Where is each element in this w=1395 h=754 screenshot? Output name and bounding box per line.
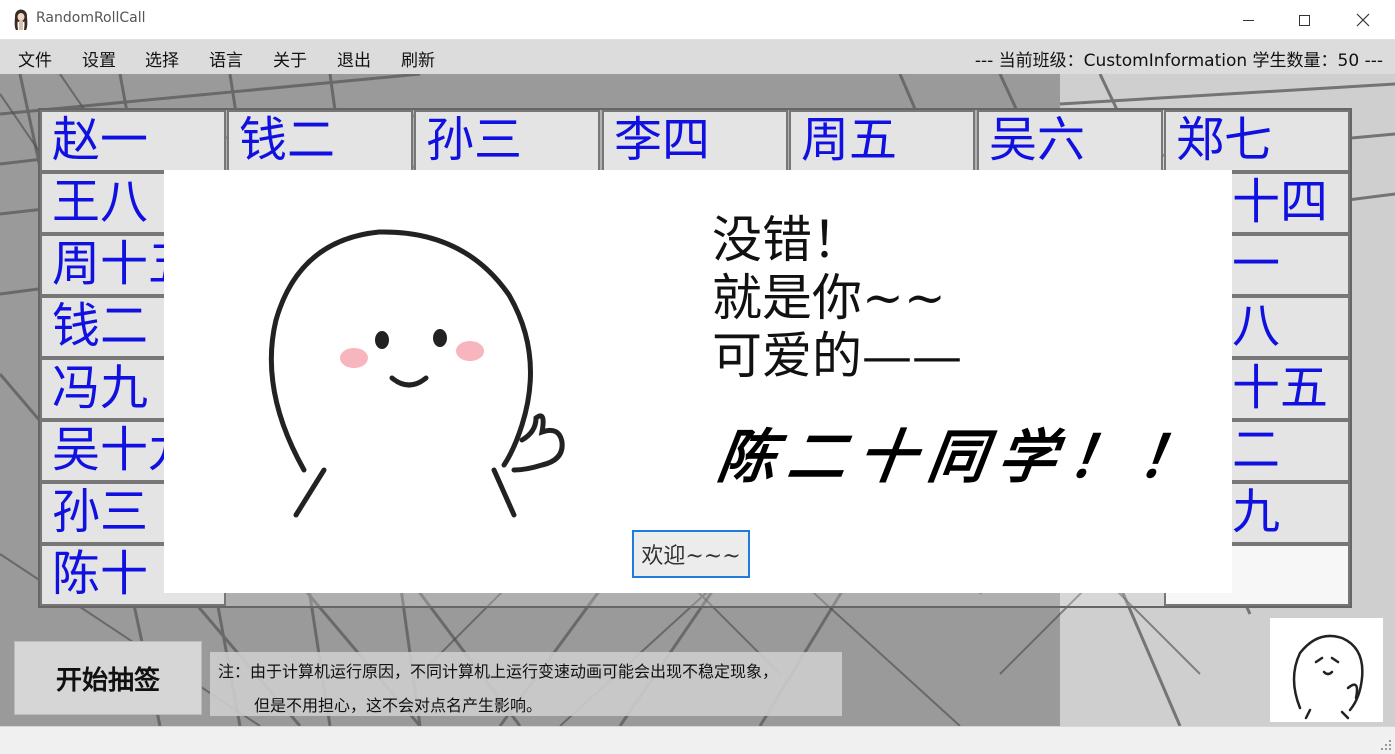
welcome-button[interactable]: 欢迎~~~ bbox=[632, 530, 750, 578]
title-bar: RandomRollCall bbox=[0, 0, 1395, 40]
minimize-button[interactable] bbox=[1225, 0, 1271, 40]
resize-grip-icon[interactable] bbox=[1380, 739, 1392, 751]
name-cell[interactable]: 孙三 bbox=[414, 110, 600, 172]
note-panel: 注：由于计算机运行原因，不同计算机上运行变速动画可能会出现不稳定现象， 但是不用… bbox=[210, 652, 842, 716]
note-line-2: 但是不用担心，这不会对点名产生影响。 bbox=[254, 696, 543, 715]
result-popup: 没错！ 就是你~~ 可爱的—— 陈二十同学！！ 欢迎~~~ bbox=[164, 170, 1232, 593]
menu-settings[interactable]: 设置 bbox=[82, 46, 116, 71]
start-draw-button[interactable]: 开始抽签 bbox=[14, 641, 202, 715]
note-line-1: 注：由于计算机运行原因，不同计算机上运行变速动画可能会出现不稳定现象， bbox=[218, 662, 779, 681]
maximize-button[interactable] bbox=[1281, 0, 1327, 40]
menu-select[interactable]: 选择 bbox=[145, 46, 179, 71]
popup-line-2: 就是你~~ bbox=[712, 269, 946, 327]
menu-bar: 文件 设置 选择 语言 关于 退出 刷新 --- 当前班级：CustomInfo… bbox=[0, 40, 1395, 74]
name-cell[interactable]: 李四 bbox=[602, 110, 788, 172]
name-cell[interactable]: 郑七 bbox=[1164, 110, 1350, 172]
close-button[interactable] bbox=[1340, 0, 1386, 40]
menu-language[interactable]: 语言 bbox=[209, 46, 243, 71]
name-cell[interactable]: 周五 bbox=[789, 110, 975, 172]
menu-file[interactable]: 文件 bbox=[18, 46, 52, 71]
popup-line-1: 没错！ bbox=[712, 211, 862, 269]
close-icon bbox=[1356, 13, 1370, 27]
menu-exit[interactable]: 退出 bbox=[337, 46, 371, 71]
menu-refresh[interactable]: 刷新 bbox=[401, 46, 435, 71]
minimize-icon bbox=[1242, 19, 1254, 21]
name-cell[interactable]: 吴六 bbox=[977, 110, 1163, 172]
name-cell[interactable]: 赵一 bbox=[40, 110, 226, 172]
menu-about[interactable]: 关于 bbox=[273, 46, 307, 71]
mascot-sticker-icon bbox=[1292, 634, 1364, 720]
window-title: RandomRollCall bbox=[36, 10, 146, 26]
app-logo-icon bbox=[14, 9, 28, 30]
mascot-sticker bbox=[1270, 618, 1383, 722]
status-bar bbox=[0, 726, 1395, 754]
selected-student-name: 陈二十同学！！ bbox=[713, 423, 1214, 491]
cartoon-character-image bbox=[268, 229, 565, 518]
maximize-icon bbox=[1298, 14, 1310, 26]
name-cell[interactable]: 钱二 bbox=[227, 110, 413, 172]
class-status: --- 当前班级：CustomInformation 学生数量：50 --- bbox=[974, 51, 1383, 71]
popup-line-3: 可爱的—— bbox=[712, 327, 962, 385]
